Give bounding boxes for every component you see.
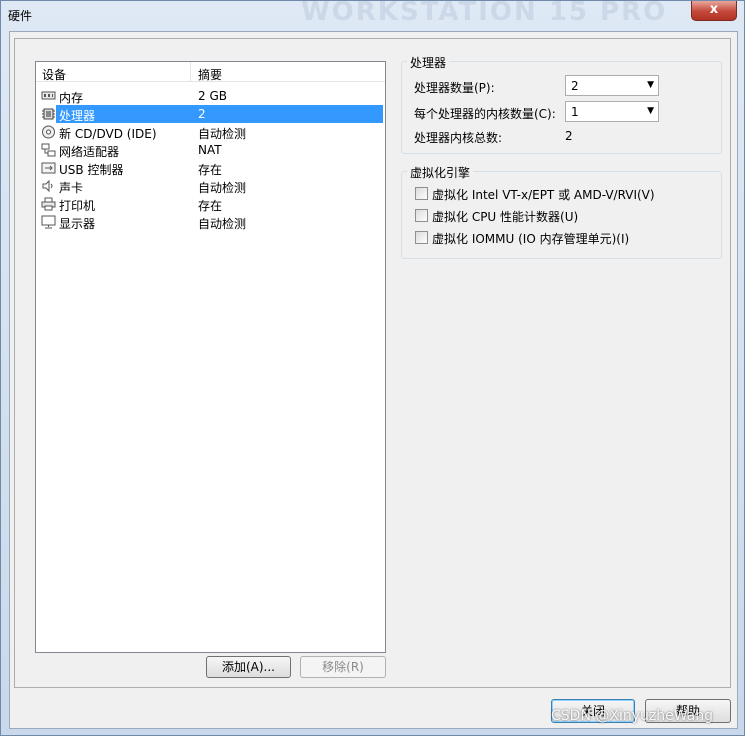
window-title: 硬件: [8, 9, 33, 23]
processor-count-label: 处理器数量(P):: [414, 81, 495, 95]
cores-per-processor-select[interactable]: 1 ▼: [565, 101, 659, 122]
usb-controller-icon: [41, 162, 56, 174]
dialog-client-area: 设备 摘要 内存 2 GB 处理器 2 新 CD/DVD (IDE) 自动检测 …: [9, 31, 738, 729]
hardware-dialog: WORKSTATION 15 PRO 硬件 x 设备 摘要 内存 2 GB 处理…: [0, 0, 745, 736]
title-watermark: WORKSTATION 15 PRO: [301, 0, 668, 27]
cores-per-processor-value: 1: [571, 105, 579, 119]
iommu-label[interactable]: 虚拟化 IOMMU (IO 内存管理单元)(I): [432, 230, 629, 247]
total-cores-label: 处理器内核总数:: [414, 131, 503, 145]
device-summary: 存在: [198, 199, 223, 213]
total-cores-value: 2: [565, 129, 573, 143]
device-name: USB 控制器: [59, 163, 124, 177]
network-adapter-icon: [41, 143, 56, 157]
vtx-label[interactable]: 虚拟化 Intel VT-x/EPT 或 AMD-V/RVI(V): [432, 186, 655, 203]
device-summary: 2: [198, 107, 206, 121]
device-row-memory[interactable]: 内存 2 GB: [36, 87, 385, 105]
device-name: 网络适配器: [59, 145, 120, 159]
hardware-panel: 设备 摘要 内存 2 GB 处理器 2 新 CD/DVD (IDE) 自动检测 …: [14, 38, 731, 688]
device-row-usb-controller[interactable]: USB 控制器 存在: [36, 159, 385, 177]
csdn-watermark: CSDN @XinyuzheWang: [551, 708, 713, 724]
display-icon: [41, 215, 56, 229]
device-row-sound-card[interactable]: 声卡 自动检测: [36, 177, 385, 195]
device-name: 打印机: [59, 199, 96, 213]
device-name: 声卡: [59, 181, 84, 195]
device-row-processor[interactable]: 处理器 2: [36, 105, 385, 123]
selection-highlight: [56, 105, 383, 123]
device-name: 新 CD/DVD (IDE): [59, 127, 157, 141]
device-row-cd-dvd[interactable]: 新 CD/DVD (IDE) 自动检测: [36, 123, 385, 141]
processor-icon: [42, 108, 55, 120]
device-summary: 自动检测: [198, 217, 247, 231]
list-header: 设备 摘要: [36, 62, 385, 82]
device-name: 内存: [59, 91, 84, 105]
virtualization-group: 虚拟化引擎 虚拟化 Intel VT-x/EPT 或 AMD-V/RVI(V) …: [401, 164, 722, 259]
processor-group-title: 处理器: [407, 54, 450, 71]
processor-count-select[interactable]: 2 ▼: [565, 75, 659, 96]
device-summary: 自动检测: [198, 127, 247, 141]
column-header-device[interactable]: 设备: [42, 66, 66, 83]
memory-icon: [41, 91, 56, 100]
remove-device-button[interactable]: 移除(R): [300, 656, 386, 678]
cpu-counters-label[interactable]: 虚拟化 CPU 性能计数器(U): [432, 208, 578, 225]
device-summary: NAT: [198, 143, 222, 157]
window-close-button[interactable]: x: [691, 1, 737, 21]
device-row-printer[interactable]: 打印机 存在: [36, 195, 385, 213]
device-summary: 2 GB: [198, 89, 227, 103]
cpu-counters-checkbox[interactable]: [415, 209, 428, 222]
device-summary: 自动检测: [198, 181, 247, 195]
sound-card-icon: [42, 179, 53, 193]
device-name: 处理器: [59, 109, 96, 123]
add-device-button[interactable]: 添加(A)...: [206, 656, 291, 678]
printer-icon: [41, 197, 56, 211]
device-row-display[interactable]: 显示器 自动检测: [36, 213, 385, 231]
device-list[interactable]: 设备 摘要 内存 2 GB 处理器 2 新 CD/DVD (IDE) 自动检测 …: [35, 61, 386, 653]
device-name: 显示器: [59, 217, 96, 231]
processor-group: 处理器 处理器数量(P): 2 ▼ 每个处理器的内核数量(C): 1 ▼ 处理器…: [401, 54, 722, 154]
device-row-network-adapter[interactable]: 网络适配器 NAT: [36, 141, 385, 159]
dropdown-arrow-icon: ▼: [647, 80, 654, 90]
cores-per-processor-label: 每个处理器的内核数量(C):: [414, 107, 556, 121]
cd-dvd-icon: [42, 125, 55, 139]
vtx-checkbox[interactable]: [415, 187, 428, 200]
close-icon: x: [709, 2, 719, 17]
device-summary: 存在: [198, 163, 223, 177]
virtualization-group-title: 虚拟化引擎: [407, 164, 474, 181]
dropdown-arrow-icon: ▼: [647, 106, 654, 116]
iommu-checkbox[interactable]: [415, 231, 428, 244]
processor-count-value: 2: [571, 79, 579, 93]
column-divider[interactable]: [190, 62, 191, 82]
title-bar[interactable]: WORKSTATION 15 PRO 硬件 x: [1, 0, 744, 29]
column-header-summary[interactable]: 摘要: [198, 66, 222, 83]
